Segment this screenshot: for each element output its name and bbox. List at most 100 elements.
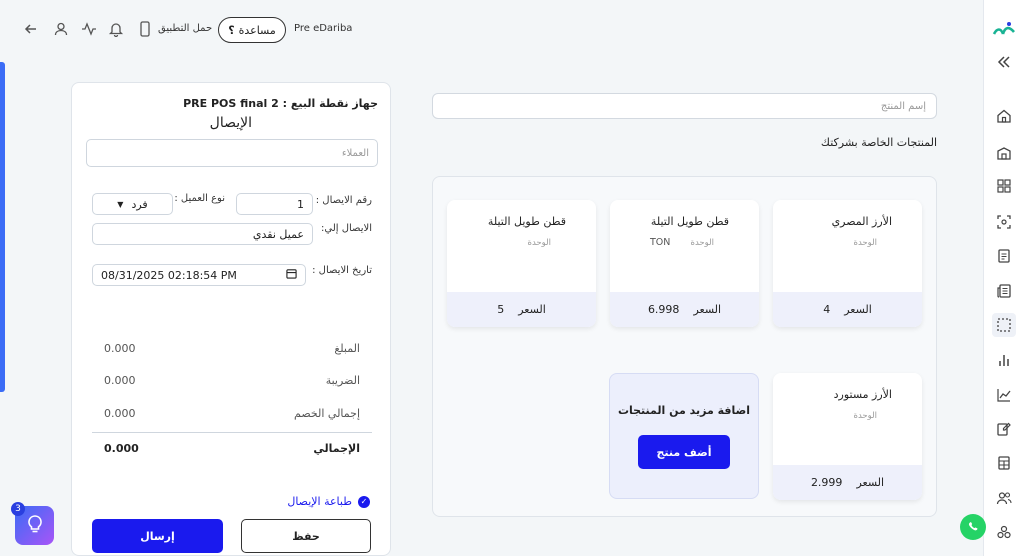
collapse-chevrons-icon[interactable] [992, 50, 1016, 74]
home-icon[interactable] [992, 104, 1016, 128]
receipt-to-field[interactable]: عميل نقدي [92, 223, 313, 245]
add-more-label: اضافة مزيد من المنتجات [617, 404, 751, 417]
price-value: 2.999 [810, 476, 843, 489]
discount-value: 0.000 [104, 407, 136, 420]
total-label: الإجمالي [313, 442, 360, 455]
add-product-button[interactable]: أضف منتج [638, 435, 730, 469]
amount-value: 0.000 [104, 342, 136, 355]
download-app-link[interactable]: حمل التطبيق [158, 23, 212, 34]
summary-row-discount: 0.000 إجمالي الخصم [104, 407, 360, 427]
unit-label: الوحدة [690, 238, 714, 248]
unit-value: TON [650, 237, 671, 248]
sidebar [983, 0, 1024, 556]
customers-placeholder: العملاء [341, 147, 369, 159]
product-name: الأرز المصري [831, 215, 892, 228]
price-row: 6.998 السعر [610, 292, 759, 327]
products-section-title: المنتجات الخاصة بشركتك [820, 136, 937, 149]
edit-document-icon[interactable] [992, 417, 1016, 441]
unit-label: الوحدة [853, 238, 877, 248]
receipt-no-field[interactable]: 1 [236, 193, 313, 215]
mobile-icon[interactable] [135, 19, 155, 39]
receipt-title: الإيصال [209, 115, 252, 131]
product-card[interactable]: قطن طويل التيلة الوحدة 5 السعر [447, 200, 596, 327]
date-field[interactable]: 08/31/2025 02:18:54 PM [92, 264, 306, 286]
brand-name: Pre eDariba [294, 23, 353, 34]
receipt-panel: جهاز نقطة البيع : PRE POS final 2 الإيصا… [71, 82, 391, 556]
hint-count-badge: 3 [11, 502, 25, 516]
product-search-placeholder: إسم المنتج [880, 100, 926, 112]
left-accent-bar [0, 62, 5, 392]
summary-row-total: 0.000 الإجمالي [104, 442, 360, 462]
product-name: الأرز مستورد [833, 388, 892, 401]
grid-icon[interactable] [992, 174, 1016, 198]
activity-icon[interactable] [79, 19, 99, 39]
customer-type-select[interactable]: ▼ فرد [92, 193, 173, 215]
add-more-products-card: اضافة مزيد من المنتجات أضف منتج [609, 373, 759, 499]
summary-row-tax: 0.000 الضريبة [104, 374, 360, 394]
brand-logo-icon[interactable] [992, 18, 1016, 42]
whatsapp-button[interactable] [960, 514, 986, 540]
bar-chart-icon[interactable] [992, 348, 1016, 372]
users-icon[interactable] [992, 486, 1016, 510]
discount-label: إجمالي الخصم [294, 407, 360, 420]
send-button[interactable]: إرسال [92, 519, 223, 553]
price-label: السعر [518, 303, 546, 316]
bell-icon[interactable] [106, 19, 126, 39]
product-card[interactable]: قطن طويل التيلة الوحدة TON 6.998 السعر [610, 200, 759, 327]
product-name: قطن طويل التيلة [487, 215, 566, 228]
check-circle-icon: ✓ [358, 495, 370, 508]
product-search-input[interactable]: إسم المنتج [432, 93, 937, 119]
print-receipt-label: طباعة الإيصال [287, 495, 352, 508]
summary-row-amount: 0.000 المبلغ [104, 342, 360, 362]
price-label: السعر [693, 303, 722, 316]
total-value: 0.000 [104, 442, 139, 455]
help-button[interactable]: مساعدة ؟ [218, 17, 286, 43]
receipt-to-label: الايصال إلي: [321, 223, 372, 234]
price-row: 5 السعر [447, 292, 596, 327]
spreadsheet-icon[interactable] [992, 451, 1016, 475]
price-value: 5 [497, 303, 505, 316]
lightbulb-icon [26, 514, 44, 537]
document-icon[interactable] [992, 244, 1016, 268]
price-row: 2.999 السعر [773, 465, 922, 500]
receipt-no-label: رقم الايصال : [315, 195, 372, 206]
help-label: مساعدة [238, 23, 276, 37]
question-icon: ؟ [228, 23, 235, 37]
receipt-to-value: عميل نقدي [252, 227, 304, 241]
tax-value: 0.000 [104, 374, 136, 387]
pos-icon[interactable] [992, 313, 1016, 337]
scan-icon[interactable] [992, 210, 1016, 234]
price-value: 6.998 [647, 303, 680, 316]
price-label: السعر [844, 303, 872, 316]
price-value: 4 [823, 303, 831, 316]
amount-label: المبلغ [334, 342, 360, 355]
price-row: 4 السعر [773, 292, 922, 327]
date-value: 08/31/2025 02:18:54 PM [101, 268, 237, 282]
customer-type-label: نوع العميل : [174, 193, 225, 204]
device-title: جهاز نقطة البيع : PRE POS final 2 [183, 97, 378, 110]
unit-label: الوحدة [853, 411, 877, 421]
price-label: السعر [856, 476, 885, 489]
print-receipt-toggle[interactable]: ✓ طباعة الإيصال [287, 495, 370, 508]
product-card[interactable]: الأرز المصري الوحدة 4 السعر [773, 200, 922, 327]
building-icon[interactable] [992, 141, 1016, 165]
caret-down-icon: ▼ [117, 199, 124, 209]
customers-field[interactable]: العملاء [86, 139, 378, 167]
user-icon[interactable] [51, 19, 71, 39]
calendar-icon[interactable] [286, 268, 297, 282]
unit-label: الوحدة [527, 238, 551, 248]
customer-type-value: فرد [131, 197, 148, 211]
summary-divider [92, 432, 372, 433]
product-card[interactable]: الأرز مستورد الوحدة 2.999 السعر [773, 373, 922, 500]
tax-label: الضريبة [325, 374, 360, 387]
newspaper-icon[interactable] [992, 279, 1016, 303]
line-chart-icon[interactable] [992, 383, 1016, 407]
back-arrow-icon[interactable] [21, 19, 41, 39]
top-bar: حمل التطبيق مساعدة ؟ Pre eDariba [0, 0, 983, 60]
product-name: قطن طويل التيلة [650, 215, 729, 228]
save-button[interactable]: حفظ [241, 519, 371, 553]
modules-icon[interactable] [992, 520, 1016, 544]
whatsapp-icon [966, 519, 980, 536]
receipt-no-value: 1 [297, 197, 304, 211]
date-label: تاريخ الايصال : [312, 265, 372, 276]
